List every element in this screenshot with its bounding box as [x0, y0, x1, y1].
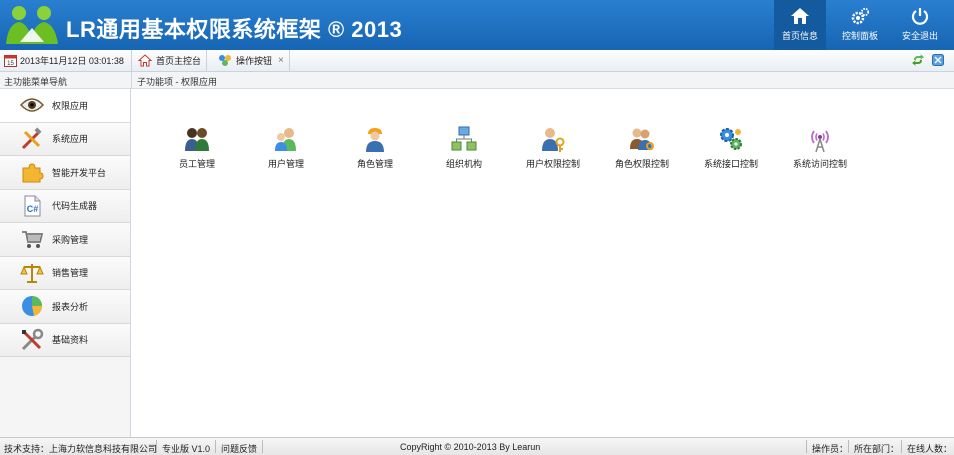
app-employee-management[interactable]: 员工管理 [157, 125, 237, 170]
tools-icon [20, 127, 44, 151]
app-label: 用户管理 [267, 159, 304, 169]
sidebar-item-label: 代码生成器 [52, 201, 98, 212]
status-bar: 技术支持：上海力软信息科技有限公司 专业版 V1.0 问题反馈 CopyRigh… [0, 437, 954, 455]
sidebar-item-sales[interactable]: 销售管理 [0, 256, 130, 290]
app-access-control[interactable]: 系统访问控制 [780, 125, 860, 170]
main-content: 员工管理 用户管理 角色管理 组织机构 用户权限控制 角色权限控制 系统接口控制… [132, 89, 954, 437]
app-user-management[interactable]: 用户管理 [246, 125, 326, 170]
tab-close-icon[interactable]: × [278, 55, 284, 66]
palette-icon [219, 55, 231, 66]
role-key-icon [628, 125, 656, 153]
app-organization[interactable]: 组织机构 [424, 125, 504, 170]
home-info-button[interactable]: 首页信息 [774, 0, 826, 50]
sub-header: 主功能菜单导航 子功能项 - 权限应用 [0, 72, 954, 89]
employees-icon [183, 125, 211, 153]
sub-header-divider [131, 72, 132, 89]
tab-operation-buttons-label: 操作按钮 [236, 56, 273, 66]
sidebar-item-dev-platform[interactable]: 智能开发平台 [0, 156, 130, 190]
app-title: LR通用基本权限系统框架 ® 2013 [66, 17, 403, 42]
home-info-label: 首页信息 [781, 31, 818, 41]
wrench-screwdriver-icon [20, 328, 44, 352]
tab-home-console-label: 首页主控台 [156, 56, 202, 66]
sidebar-item-basic-data[interactable]: 基础资料 [0, 323, 130, 357]
antenna-icon [806, 125, 834, 153]
eye-icon [20, 93, 44, 117]
sidebar-item-reports[interactable]: 报表分析 [0, 290, 130, 324]
logout-button[interactable]: 安全退出 [894, 0, 946, 50]
sidebar-item-label: 权限应用 [52, 100, 89, 111]
cart-icon [20, 227, 44, 251]
logo-icon [6, 6, 58, 44]
interface-gears-icon [717, 125, 745, 153]
tab-operation-buttons[interactable]: 操作按钮 × [213, 50, 290, 71]
app-label: 角色管理 [356, 159, 393, 169]
csharp-file-icon: C# [20, 194, 44, 218]
sidebar-item-label: 销售管理 [52, 268, 89, 279]
svg-text:C#: C# [27, 204, 39, 214]
department: 所在部门： [854, 444, 900, 454]
app-label: 组织机构 [445, 159, 482, 169]
refresh-icon[interactable] [912, 54, 924, 66]
tech-support: 技术支持：上海力软信息科技有限公司 [4, 444, 158, 454]
home-icon [791, 8, 809, 24]
worker-icon [361, 125, 389, 153]
app-role-permission[interactable]: 角色权限控制 [602, 125, 682, 170]
sidebar-item-label: 采购管理 [52, 234, 89, 245]
control-panel-button[interactable]: 控制面板 [834, 0, 886, 50]
sidebar-item-label: 智能开发平台 [52, 167, 107, 178]
footer-divider [848, 440, 849, 453]
sidebar-item-code-generator[interactable]: C# 代码生成器 [0, 189, 130, 223]
date-display: 15 2013年11月12日 03:01:38 [0, 50, 132, 71]
footer-divider [262, 440, 263, 453]
pie-chart-icon [20, 294, 44, 318]
sidebar-item-system-apps[interactable]: 系统应用 [0, 122, 130, 156]
fullscreen-icon[interactable] [932, 54, 944, 66]
footer-divider [156, 440, 157, 453]
sidebar-item-label: 基础资料 [52, 335, 89, 346]
app-label: 系统接口控制 [703, 159, 758, 169]
organization-icon [450, 125, 478, 153]
calendar-icon: 15 [4, 55, 17, 67]
online-count: 在线人数： [907, 444, 953, 454]
control-panel-label: 控制面板 [841, 31, 878, 41]
sidebar: 权限应用 系统应用 智能开发平台 C# 代码生成器 采购管理 销售管理 报表分析… [0, 89, 131, 437]
logout-label: 安全退出 [901, 31, 938, 41]
edition: 专业版 V1.0 [162, 444, 211, 454]
footer-divider [215, 440, 216, 453]
sidebar-item-label: 系统应用 [52, 134, 89, 145]
power-icon [911, 8, 929, 25]
puzzle-icon [20, 160, 44, 184]
user-key-icon [539, 125, 567, 153]
sidebar-item-purchase[interactable]: 采购管理 [0, 223, 130, 257]
app-role-management[interactable]: 角色管理 [335, 125, 415, 170]
app-user-permission[interactable]: 用户权限控制 [513, 125, 593, 170]
app-header: LR通用基本权限系统框架 ® 2013 首页信息 控制面板 安全退出 [0, 0, 954, 50]
app-label: 系统访问控制 [792, 159, 847, 169]
operator: 操作员： [812, 444, 849, 454]
app-label: 员工管理 [178, 159, 215, 169]
current-datetime: 2013年11月12日 03:01:38 [20, 56, 124, 66]
gears-icon [851, 7, 870, 25]
copyright: CopyRight © 2010-2013 By Learun [400, 442, 541, 452]
feedback-link[interactable]: 问题反馈 [221, 442, 257, 455]
nav-title: 主功能菜单导航 [4, 77, 68, 87]
tab-bar: 15 2013年11月12日 03:01:38 首页主控台 操作按钮 × [0, 50, 954, 72]
app-interface-control[interactable]: 系统接口控制 [691, 125, 771, 170]
tab-home-console[interactable]: 首页主控台 [133, 50, 208, 71]
breadcrumb: 子功能项 - 权限应用 [137, 77, 217, 87]
sidebar-item-label: 报表分析 [52, 301, 89, 312]
home-icon [138, 54, 152, 67]
sidebar-item-permission-apps[interactable]: 权限应用 [0, 89, 130, 123]
scale-icon [20, 261, 44, 285]
footer-divider [901, 440, 902, 453]
users-icon [272, 125, 300, 153]
footer-divider [806, 440, 807, 453]
app-label: 用户权限控制 [525, 159, 580, 169]
app-label: 角色权限控制 [614, 159, 669, 169]
svg-text:15: 15 [7, 61, 14, 67]
